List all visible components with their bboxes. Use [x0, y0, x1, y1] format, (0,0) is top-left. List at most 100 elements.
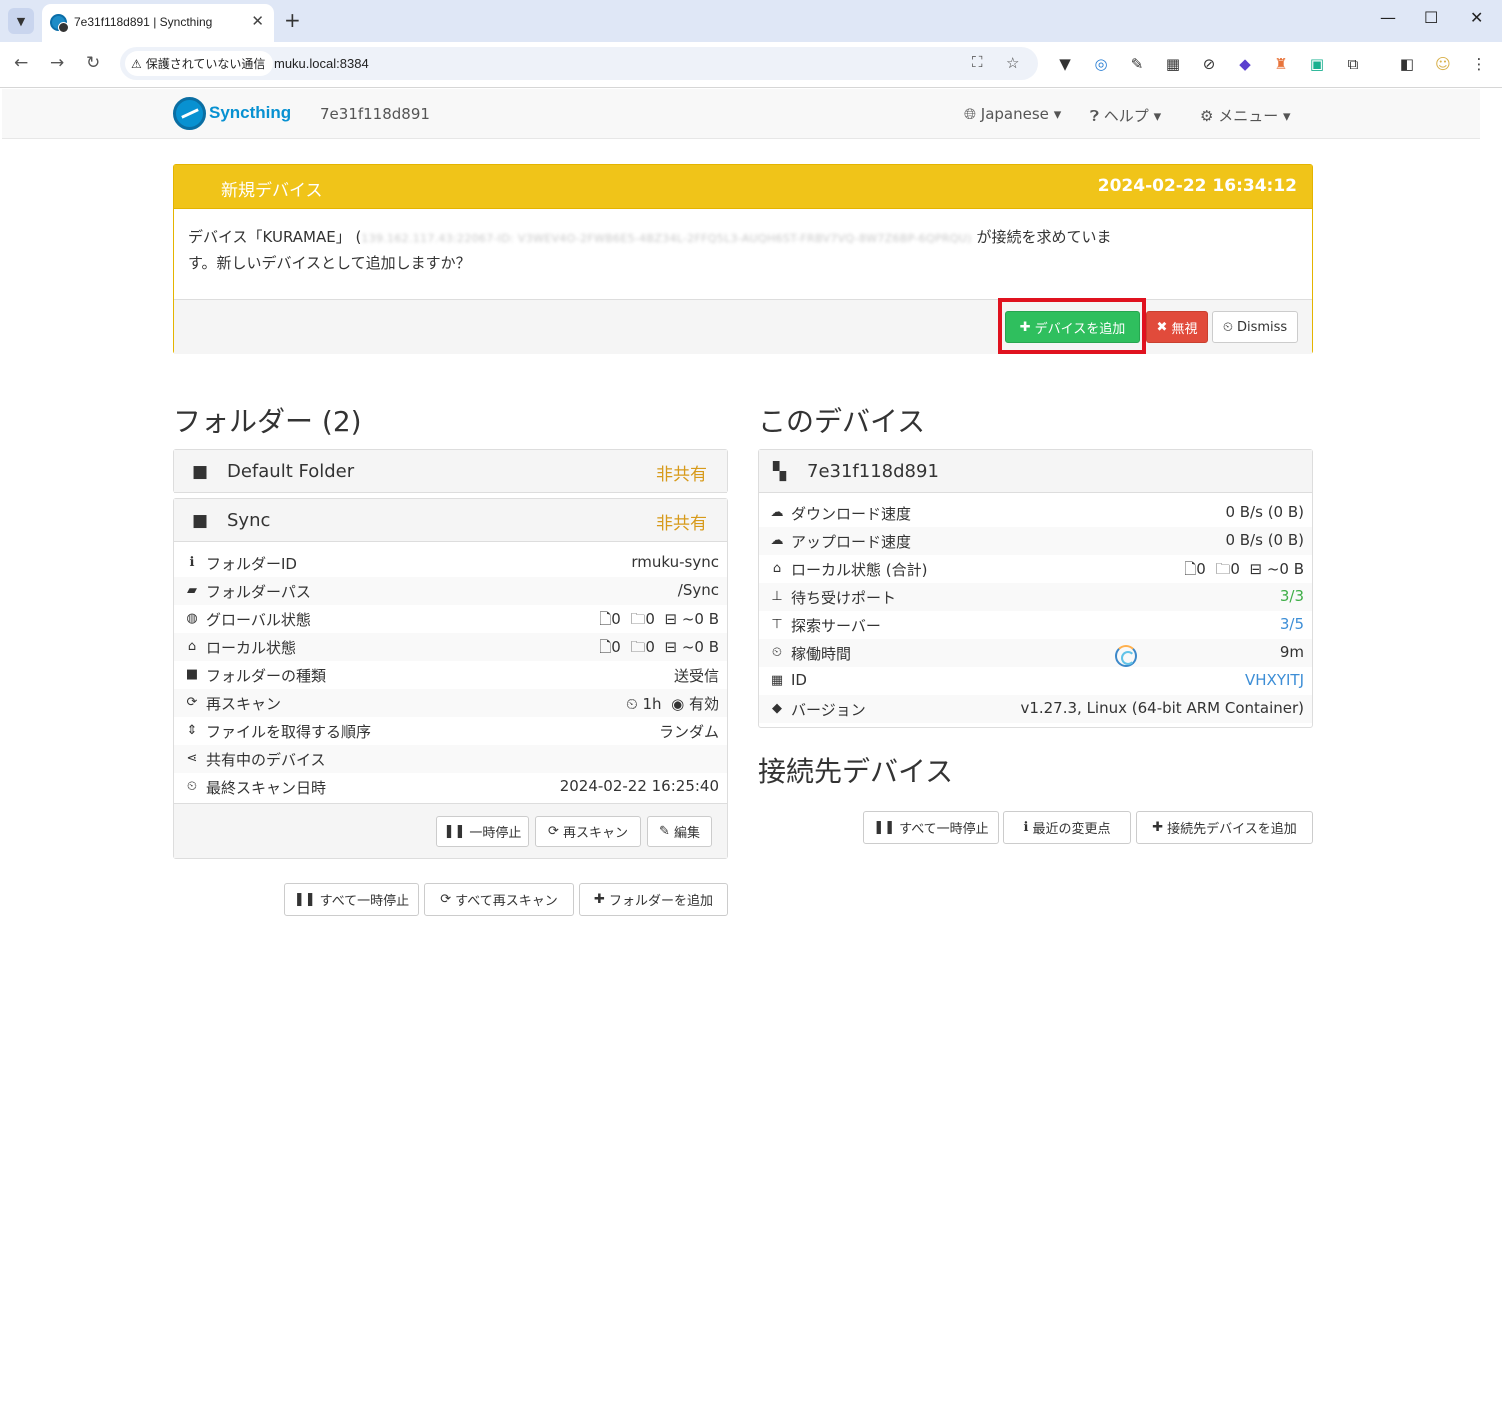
dismiss-button[interactable]: ⏲ Dismiss: [1212, 311, 1298, 343]
folder-panel-footer: ❚❚ 一時停止 ⟳ 再スキャン ✎ 編集: [174, 803, 727, 858]
tab-close-icon[interactable]: ✕: [251, 12, 264, 30]
profile-avatar-icon[interactable]: ☺: [1434, 55, 1452, 73]
row-value: 🗋︎0 🗀︎0 ⊟ ~0 B: [599, 637, 719, 662]
row-value: 2024-02-22 16:25:40: [559, 777, 719, 795]
hdd-icon: ⊟: [664, 610, 678, 628]
download-rate-row: ☁ ダウンロード速度 0 B/s (0 B): [759, 499, 1312, 527]
files-count: 0: [611, 610, 621, 628]
folder-panel-header[interactable]: ■ Sync 非共有: [174, 499, 727, 542]
folders-section-title: フォルダー (2): [173, 405, 362, 438]
this-device-panel: ▚ 7e31f118d891 ☁ ダウンロード速度 0 B/s (0 B) ☁ …: [758, 449, 1313, 728]
pause-icon: ❚❚: [443, 824, 466, 839]
folder-panel-sync: ■ Sync 非共有 ℹ フォルダーID rmuku-sync ▰ フォルダーパ…: [173, 498, 728, 859]
discovery-value[interactable]: 3/5: [1280, 615, 1304, 633]
this-device-header[interactable]: ▚ 7e31f118d891: [759, 450, 1312, 493]
rescan-row: ⟳ 再スキャン ⏲ 1h ◉ 有効: [174, 689, 727, 717]
plus-icon: ✚: [1152, 820, 1164, 835]
row-label: 共有中のデバイス: [206, 751, 326, 769]
eye-icon: ◉: [671, 695, 685, 713]
extension-qr-icon[interactable]: ▦: [1164, 55, 1182, 73]
row-label: 探索サーバー: [791, 617, 881, 635]
folder-type-row: ■ フォルダーの種類 送受信: [174, 661, 727, 689]
tag-icon: ◆: [772, 701, 782, 716]
bookmark-star-icon[interactable]: ☆: [1006, 54, 1019, 72]
network-icon: ⊥: [771, 589, 783, 604]
forward-arrow-icon[interactable]: →: [50, 53, 64, 73]
url-text[interactable]: muku.local:8384: [274, 56, 369, 71]
device-id-link[interactable]: VHXYITJ: [1245, 671, 1304, 689]
browser-tab-syncthing[interactable]: 7e31f118d891 | Syncthing ✕: [42, 4, 274, 42]
local-state-total-row: ⌂ ローカル状態 (合計) 🗋︎0 🗀︎0 ⊟ ~0 B: [759, 555, 1312, 583]
main-menu[interactable]: ⚙ メニュー ▾: [1200, 105, 1291, 126]
clock-icon: ⏲: [771, 645, 783, 660]
add-remote-device-button[interactable]: ✚ 接続先デバイスを追加: [1136, 811, 1313, 844]
device-id-row: ▦ ID VHXYITJ: [759, 667, 1312, 695]
qrcode-icon: ▦: [770, 673, 784, 688]
brand-name[interactable]: Syncthing: [209, 103, 291, 123]
syncthing-logo-icon[interactable]: [173, 97, 206, 130]
browser-menu-icon[interactable]: ⋮: [1470, 55, 1488, 73]
maximize-button[interactable]: ☐: [1424, 8, 1438, 27]
listeners-value[interactable]: 3/3: [1280, 587, 1304, 605]
reload-icon[interactable]: ↻: [86, 53, 100, 73]
extension-badge-icon[interactable]: ◆: [1236, 55, 1254, 73]
extensions-puzzle-icon[interactable]: ⧉: [1344, 55, 1362, 73]
ignore-device-button[interactable]: ✖ 無視: [1146, 311, 1208, 343]
pause-all-devices-button[interactable]: ❚❚ すべて一時停止: [863, 811, 999, 844]
message-suffix: が接続を求めていま: [971, 228, 1112, 246]
pause-all-folders-button[interactable]: ❚❚ すべて一時停止: [284, 883, 419, 916]
address-bar[interactable]: ⚠ 保護されていない通信 muku.local:8384 ⛶ ☆: [120, 47, 1038, 80]
hdd-icon: ⊟: [1249, 560, 1263, 578]
question-circle-icon: ❓︎: [1090, 107, 1100, 125]
back-arrow-icon[interactable]: ←: [14, 53, 28, 73]
folder-panel-default[interactable]: ■ Default Folder 非共有: [173, 449, 728, 493]
hdd-icon: ⊟: [664, 638, 678, 656]
refresh-icon: ⟳: [548, 824, 559, 839]
row-value: 0 B/s (0 B): [1225, 531, 1304, 549]
new-device-notification: 新規デバイス 2024-02-22 16:34:12 デバイス「KURAMAE」…: [173, 164, 1313, 354]
dirs-count: 0: [645, 638, 655, 656]
extension-circle-icon[interactable]: ◎: [1092, 55, 1110, 73]
extension-vivaldi-icon[interactable]: ▼: [1056, 55, 1074, 73]
cloud-download-icon: ☁: [770, 505, 784, 520]
language-menu[interactable]: 🌐︎ Japanese ▾: [964, 105, 1061, 123]
rescan-folder-button[interactable]: ⟳ 再スキャン: [535, 816, 641, 847]
tab-search-button[interactable]: ▼: [8, 8, 34, 34]
translate-icon[interactable]: ⛶: [972, 54, 983, 71]
close-window-button[interactable]: ✕: [1470, 8, 1483, 27]
security-label: 保護されていない通信: [145, 57, 266, 71]
pause-folder-button[interactable]: ❚❚ 一時停止: [436, 816, 529, 847]
discovery-row: ⊤ 探索サーバー 3/5: [759, 611, 1312, 639]
add-folder-label: フォルダーを追加: [608, 894, 713, 909]
side-panel-icon[interactable]: ◧: [1398, 55, 1416, 73]
recent-changes-button[interactable]: ℹ 最近の変更点: [1003, 811, 1131, 844]
add-device-button[interactable]: ✚ デバイスを追加: [1005, 311, 1140, 343]
help-menu[interactable]: ❓︎ ヘルプ ▾: [1090, 105, 1161, 126]
folder-status: 非共有: [656, 514, 707, 534]
device-identicon-icon: ▚: [773, 462, 787, 482]
edit-folder-button[interactable]: ✎ 編集: [647, 816, 712, 847]
extension-chess-icon[interactable]: ♜: [1272, 55, 1290, 73]
notification-title: 新規デバイス: [221, 181, 323, 201]
last-scan-row: ⏲ 最終スキャン日時 2024-02-22 16:25:40: [174, 773, 727, 801]
file-icon: 🗋︎: [599, 610, 612, 628]
row-value: ⏲ 1h ◉ 有効: [626, 693, 719, 714]
rescan-all-button[interactable]: ⟳ すべて再スキャン: [424, 883, 574, 916]
globe-icon: 🌐︎: [964, 105, 977, 123]
security-chip[interactable]: ⚠ 保護されていない通信: [125, 51, 274, 76]
minimize-button[interactable]: —: [1380, 8, 1396, 27]
recent-changes-label: 最近の変更点: [1032, 822, 1111, 837]
extension-block-icon[interactable]: ⊘: [1200, 55, 1218, 73]
extension-eyedropper-icon[interactable]: ✎: [1128, 55, 1146, 73]
caret-down-icon: ▾: [1283, 107, 1291, 125]
new-tab-button[interactable]: +: [284, 8, 301, 32]
row-label: ローカル状態 (合計): [791, 561, 928, 579]
notification-header: 新規デバイス 2024-02-22 16:34:12: [174, 165, 1312, 209]
extension-green-icon[interactable]: ▣: [1308, 55, 1326, 73]
folder-panel-header[interactable]: ■ Default Folder 非共有: [174, 450, 727, 493]
folder-status: 非共有: [656, 465, 707, 485]
size-value: ~0 B: [681, 610, 719, 628]
row-value: rmuku-sync: [631, 553, 719, 571]
add-folder-button[interactable]: ✚ フォルダーを追加: [579, 883, 728, 916]
main-menu-label: メニュー: [1218, 107, 1279, 125]
